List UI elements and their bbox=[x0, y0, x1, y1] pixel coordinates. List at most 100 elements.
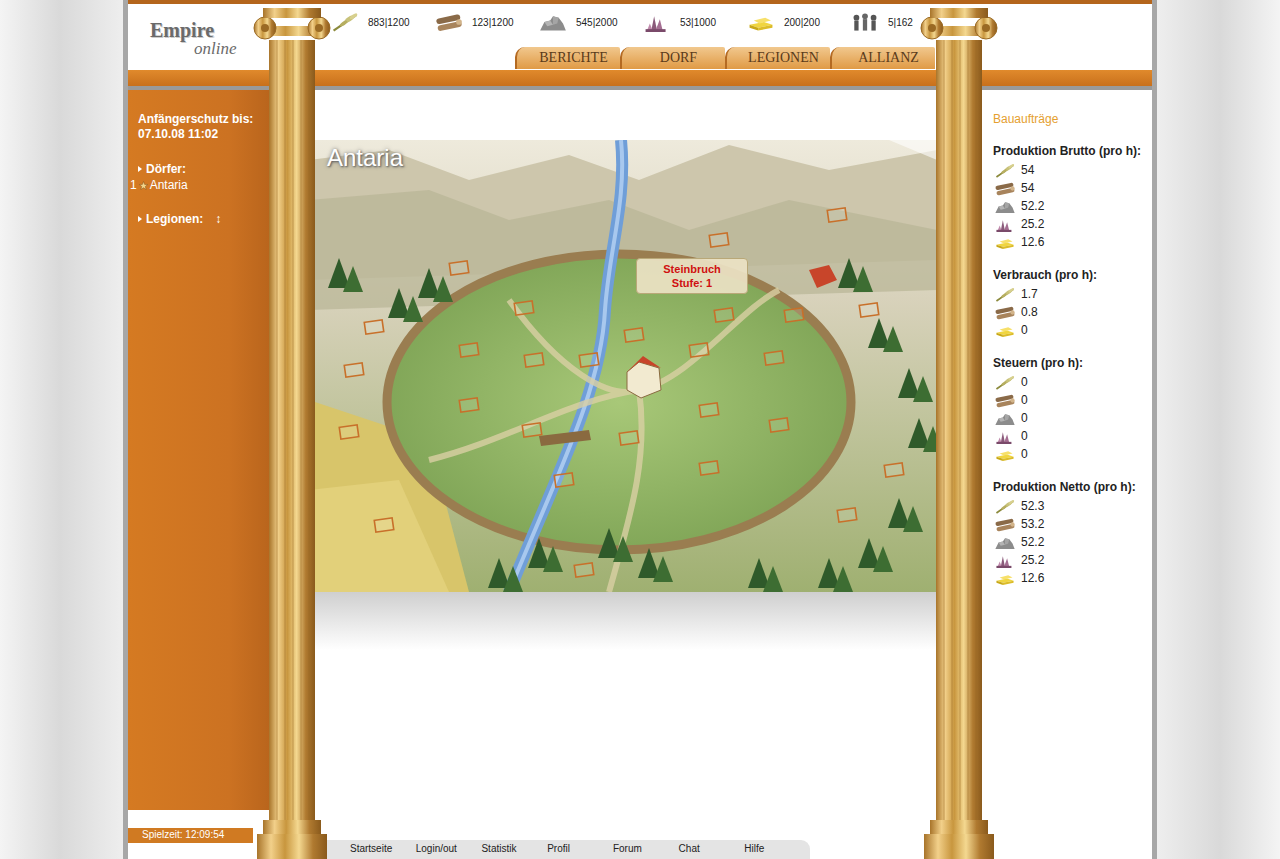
game-logo: Empireonline bbox=[128, 4, 330, 70]
footer-link[interactable]: Chat bbox=[679, 843, 745, 859]
protection-date: 07.10.08 11:02 bbox=[138, 127, 272, 142]
production-row: 0 bbox=[993, 409, 1152, 427]
nav-tab[interactable]: ALLIANZ bbox=[830, 47, 935, 69]
build-orders-link[interactable]: Bauaufträge bbox=[993, 112, 1152, 126]
gold-icon bbox=[993, 447, 1017, 462]
production-value: 53.2 bbox=[1021, 517, 1044, 531]
production-value: 1.7 bbox=[1021, 287, 1038, 301]
header-line bbox=[128, 86, 1152, 90]
nav-tab[interactable]: DORF bbox=[620, 47, 725, 69]
gold-icon bbox=[993, 235, 1017, 250]
resource-amount: 123|1200 bbox=[472, 17, 514, 28]
wood-icon bbox=[434, 12, 464, 32]
production-row: 53.2 bbox=[993, 515, 1152, 533]
ore-icon bbox=[993, 429, 1017, 444]
header-band bbox=[128, 70, 1152, 86]
resource-item: 5|162 bbox=[850, 9, 954, 35]
production-value: 52.3 bbox=[1021, 499, 1044, 513]
production-value: 0 bbox=[1021, 447, 1028, 461]
wood-icon bbox=[993, 181, 1017, 196]
resource-amount: 5|162 bbox=[888, 17, 913, 28]
footer-link[interactable]: Profil bbox=[547, 843, 613, 859]
sidebar: Anfängerschutz bis:07.10.08 11:02 Dörfer:… bbox=[128, 90, 272, 859]
section-title: Produktion Brutto (pro h): bbox=[993, 144, 1152, 158]
wood-icon bbox=[993, 517, 1017, 532]
resource-item: 53|1000 bbox=[642, 9, 746, 35]
footer-link[interactable]: Hilfe bbox=[744, 843, 810, 859]
legions-label: Legionen: bbox=[146, 212, 203, 226]
stone-icon bbox=[538, 12, 568, 32]
protection-info: Anfängerschutz bis:07.10.08 11:02 bbox=[138, 112, 272, 142]
production-row: 52.3 bbox=[993, 497, 1152, 515]
production-row: 0 bbox=[993, 321, 1152, 339]
production-value: 0 bbox=[1021, 429, 1028, 443]
footer-link[interactable]: Startseite bbox=[350, 843, 416, 859]
production-value: 52.2 bbox=[1021, 535, 1044, 549]
stone-icon bbox=[993, 199, 1017, 214]
footer-link[interactable]: Login/out bbox=[416, 843, 482, 859]
nav-tab[interactable]: BERICHTE bbox=[515, 47, 620, 69]
section-title: Verbrauch (pro h): bbox=[993, 268, 1152, 282]
grain-icon bbox=[330, 12, 360, 32]
grain-icon bbox=[993, 287, 1017, 302]
resource-amount: 53|1000 bbox=[680, 17, 716, 28]
production-value: 0 bbox=[1021, 323, 1028, 337]
production-value: 0.8 bbox=[1021, 305, 1038, 319]
production-row: 25.2 bbox=[993, 551, 1152, 569]
building-name: Steinbruch bbox=[639, 262, 745, 276]
column-icon bbox=[253, 0, 333, 859]
village-star-icon bbox=[139, 181, 148, 190]
village-map: Antaria SteinbruchStufe: 1 bbox=[309, 140, 937, 592]
pillar-space bbox=[272, 90, 309, 859]
village-link[interactable]: Antaria bbox=[150, 178, 188, 192]
footer-link[interactable]: Forum bbox=[613, 843, 679, 859]
wood-icon bbox=[993, 393, 1017, 408]
logo-title: Empire bbox=[150, 20, 330, 40]
gold-icon bbox=[993, 571, 1017, 586]
bullet-icon bbox=[138, 216, 142, 222]
ore-icon bbox=[993, 553, 1017, 568]
sidebar-gap bbox=[128, 810, 272, 828]
resource-amount: 883|1200 bbox=[368, 17, 410, 28]
village-map-picture bbox=[309, 140, 937, 592]
gold-icon bbox=[746, 12, 776, 32]
resource-bar: 883|1200 123|1200 545|2000 53|1000 200|200 5|… bbox=[330, 4, 1152, 35]
resource-item: 883|1200 bbox=[330, 9, 434, 35]
logo-subtitle: online bbox=[194, 40, 330, 57]
production-section: Produktion Netto (pro h):52.353.252.225.… bbox=[993, 480, 1152, 587]
column-icon bbox=[920, 0, 1000, 859]
production-value: 12.6 bbox=[1021, 235, 1044, 249]
footer-bar: StartseiteLogin/outStatistikProfilForumC… bbox=[325, 840, 810, 859]
nav-tab[interactable]: LEGIONEN bbox=[725, 47, 830, 69]
villages-label: Dörfer: bbox=[146, 162, 186, 176]
legions-toggle[interactable]: ↕ bbox=[215, 212, 221, 226]
production-value: 25.2 bbox=[1021, 553, 1044, 567]
ore-icon bbox=[993, 217, 1017, 232]
production-row: 12.6 bbox=[993, 569, 1152, 587]
grain-icon bbox=[993, 499, 1017, 514]
resource-amount: 545|2000 bbox=[576, 17, 618, 28]
building-level: Stufe: 1 bbox=[639, 276, 745, 290]
legions-heading: Legionen: ↕ bbox=[138, 212, 272, 226]
production-panel: Bauaufträge Produktion Brutto (pro h): 54 5… bbox=[937, 90, 1152, 859]
production-value: 0 bbox=[1021, 375, 1028, 389]
production-value: 52.2 bbox=[1021, 199, 1044, 213]
header: Empireonline 883|1200 123|1200 545|2000 53|1… bbox=[128, 0, 1152, 90]
protection-label: Anfängerschutz bis: bbox=[138, 112, 272, 127]
map-shadow bbox=[309, 592, 937, 650]
section-title: Steuern (pro h): bbox=[993, 356, 1152, 370]
main-nav: BERICHTEDORFLEGIONENALLIANZ bbox=[515, 47, 1152, 69]
resource-amount: 200|200 bbox=[784, 17, 820, 28]
production-row: 25.2 bbox=[993, 215, 1152, 233]
production-value: 12.6 bbox=[1021, 571, 1044, 585]
production-row: 54 bbox=[993, 161, 1152, 179]
village-title: Antaria bbox=[327, 144, 403, 172]
grain-icon bbox=[993, 163, 1017, 178]
villages-heading: Dörfer: bbox=[138, 162, 272, 176]
production-row: 0 bbox=[993, 445, 1152, 463]
gold-icon bbox=[993, 323, 1017, 338]
footer-link[interactable]: Statistik bbox=[481, 843, 547, 859]
bullet-icon bbox=[138, 166, 142, 172]
resource-item: 200|200 bbox=[746, 9, 850, 35]
production-row: 1.7 bbox=[993, 285, 1152, 303]
